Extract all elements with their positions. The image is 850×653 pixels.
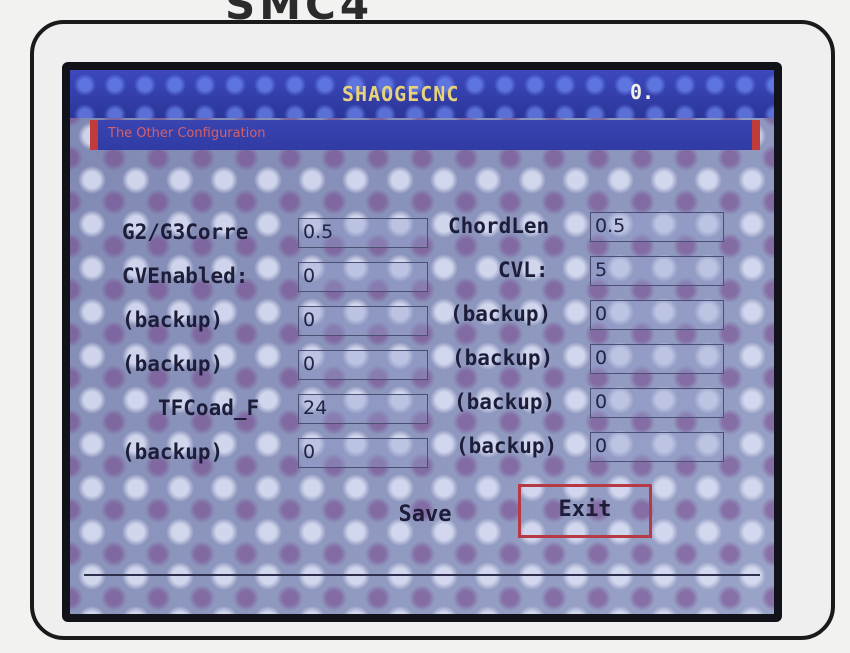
field-backup-right-4[interactable]: 0 <box>590 432 724 462</box>
label-backup-left-3: (backup) <box>122 440 224 464</box>
field-backup-right-2[interactable]: 0 <box>590 344 724 374</box>
label-tfcoad-f: TFCoad_F <box>158 396 260 420</box>
label-backup-right-3: (backup) <box>454 390 556 414</box>
field-g2g3-correction[interactable]: 0.5 <box>298 218 428 248</box>
parameter-window: SHAOGECNC 0. The Other Configuration G2/… <box>70 70 774 614</box>
title-number: 0. <box>630 80 655 104</box>
field-backup-left-2[interactable]: 0 <box>298 350 428 380</box>
subtitle-text: The Other Configuration <box>108 126 266 141</box>
title-bar: SHAOGECNC 0. <box>70 70 774 118</box>
exit-button[interactable]: Exit <box>518 484 652 538</box>
label-backup-right-2: (backup) <box>452 346 554 370</box>
label-cvl: CVL: <box>498 258 549 282</box>
bottom-divider <box>84 574 760 576</box>
field-cvl[interactable]: 5 <box>590 256 724 286</box>
save-button[interactable]: Save <box>380 498 470 534</box>
label-backup-right-1: (backup) <box>450 302 552 326</box>
field-tfcoad-f[interactable]: 24 <box>298 394 428 424</box>
subtitle-bar: The Other Configuration <box>90 120 760 150</box>
lcd-screen: SHAOGECNC 0. The Other Configuration G2/… <box>62 62 782 622</box>
label-chord-len: ChordLen <box>448 214 550 238</box>
label-cv-enabled: CVEnabled: <box>122 264 249 288</box>
label-backup-left-1: (backup) <box>122 308 224 332</box>
label-g2g3-correction: G2/G3Corre <box>122 220 249 244</box>
field-backup-right-1[interactable]: 0 <box>590 300 724 330</box>
field-cv-enabled[interactable]: 0 <box>298 262 428 292</box>
field-backup-left-1[interactable]: 0 <box>298 306 428 336</box>
field-backup-right-3[interactable]: 0 <box>590 388 724 418</box>
label-backup-right-4: (backup) <box>456 434 558 458</box>
label-backup-left-2: (backup) <box>122 352 224 376</box>
field-backup-left-3[interactable]: 0 <box>298 438 428 468</box>
window-title: SHAOGECNC <box>342 82 460 106</box>
field-chord-len[interactable]: 0.5 <box>590 212 724 242</box>
